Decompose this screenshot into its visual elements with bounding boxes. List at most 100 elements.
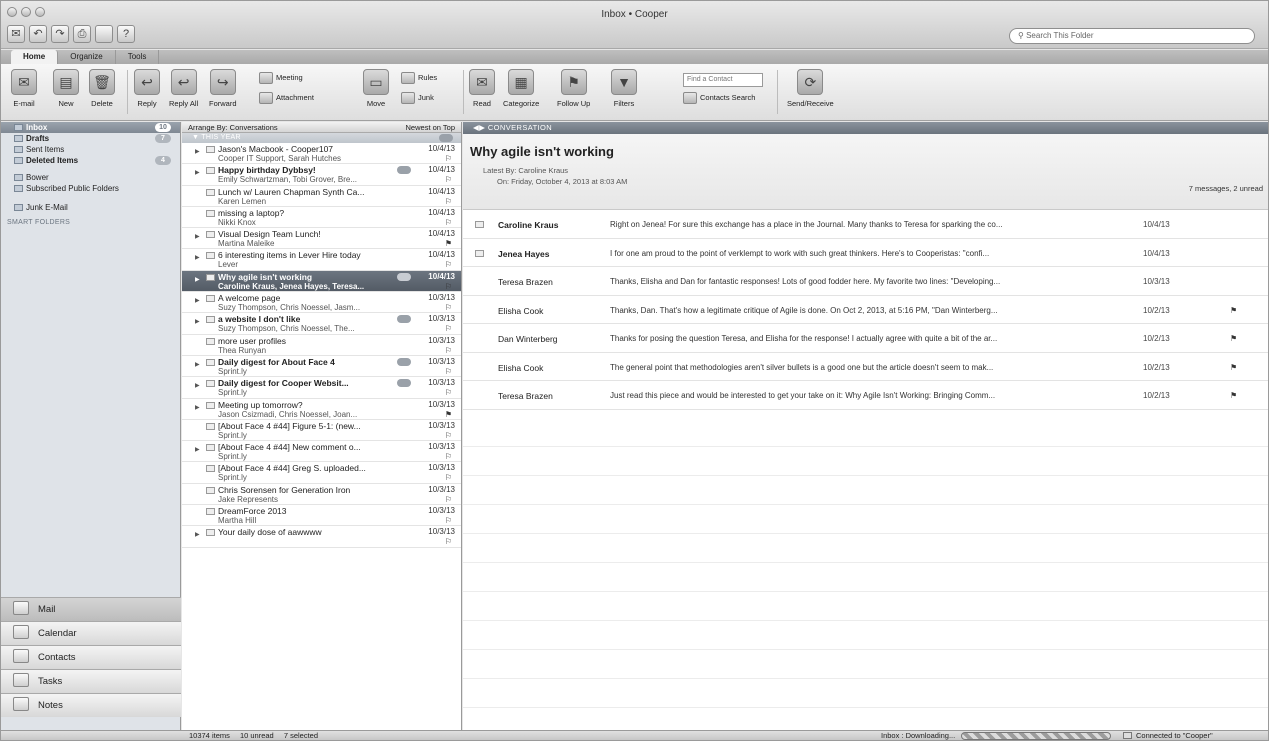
expand-thread-icon[interactable]: ▶ <box>195 382 200 389</box>
flag-icon[interactable]: ⚐ <box>445 495 452 504</box>
arrange-by-dropdown[interactable]: Arrange By: Conversations <box>188 123 278 132</box>
forward-button[interactable]: ↪ Forward <box>209 69 237 108</box>
delete-button[interactable]: 🗑 Delete <box>89 69 115 108</box>
expand-thread-icon[interactable]: ▶ <box>195 404 200 411</box>
expand-thread-icon[interactable]: ▶ <box>195 297 200 304</box>
folder-subscribed-public[interactable]: Subscribed Public Folders <box>1 183 180 194</box>
flag-icon[interactable]: ⚐ <box>445 282 452 291</box>
message-list-item[interactable]: ▶ Meeting up tomorrow? Jason Csizmadi, Chr… <box>182 399 461 420</box>
tab-home[interactable]: Home <box>11 50 59 64</box>
conversation-message-row[interactable]: Elisha Cook The general point that method… <box>463 353 1268 381</box>
conversation-message-row[interactable]: Teresa Brazen Just read this piece and wo… <box>463 381 1268 410</box>
flag-icon[interactable]: ⚑ <box>1230 306 1237 315</box>
message-list-item[interactable]: Lunch w/ Lauren Chapman Synth Ca... Karen… <box>182 186 461 207</box>
conversation-message-row[interactable]: Dan Winterberg Thanks for posing the ques… <box>463 324 1268 353</box>
conversation-message-row[interactable]: Elisha Cook Thanks, Dan. That's how a leg… <box>463 296 1268 324</box>
flag-icon[interactable]: ⚐ <box>445 154 452 163</box>
flag-icon[interactable]: ⚐ <box>445 346 452 355</box>
flag-icon[interactable]: ⚐ <box>445 388 452 397</box>
attachment-button[interactable]: Attachment <box>259 92 314 104</box>
flag-icon[interactable]: ⚐ <box>445 303 452 312</box>
message-list-item[interactable]: [About Face 4 #44] Figure 5-1: (new... Sp… <box>182 420 461 442</box>
categorize-button[interactable]: ▦ Categorize <box>503 69 539 108</box>
junk-button[interactable]: Junk <box>401 92 434 104</box>
message-list-item[interactable]: missing a laptop? Nikki Knox 10/4/13 ⚐ <box>182 207 461 229</box>
print-icon[interactable]: ⎙ <box>73 25 91 43</box>
flag-icon[interactable]: ⚐ <box>445 197 452 206</box>
email-button[interactable]: ✉ E-mail <box>11 69 37 108</box>
group-header[interactable]: ▼ THIS YEAR <box>182 133 461 143</box>
message-list-item[interactable]: ▶ Visual Design Team Lunch! Martina Maleik… <box>182 228 461 250</box>
conversation-message-row[interactable]: Teresa Brazen Thanks, Elisha and Dan for … <box>463 267 1268 296</box>
read-button[interactable]: ✉ Read <box>469 69 495 108</box>
nav-notes[interactable]: Notes <box>1 693 181 717</box>
filters-button[interactable]: ▼ Filters <box>611 69 637 108</box>
reply-button[interactable]: ↩ Reply <box>134 69 160 108</box>
search-input[interactable]: ⚲ Search This Folder <box>1009 28 1255 44</box>
message-list-item[interactable]: ▶ Happy birthday Dybbsy! Emily Schwartzman… <box>182 164 461 186</box>
flag-icon[interactable]: ⚐ <box>445 324 452 333</box>
message-list-item[interactable]: [About Face 4 #44] Greg S. uploaded... Sp… <box>182 462 461 484</box>
folder-drafts[interactable]: Drafts 7 <box>1 133 180 144</box>
conversation-message-row[interactable]: Caroline Kraus Right on Jenea! For sure t… <box>463 210 1268 239</box>
tab-organize[interactable]: Organize <box>58 50 116 64</box>
flag-icon[interactable]: ⚑ <box>445 410 452 419</box>
folder-bower[interactable]: Bower <box>1 172 180 183</box>
message-list-item[interactable]: ▶ A welcome page Suzy Thompson, Chris Noes… <box>182 292 461 314</box>
expand-thread-icon[interactable]: ▶ <box>195 361 200 368</box>
expand-thread-icon[interactable]: ▶ <box>195 233 200 240</box>
message-list-item[interactable]: more user profiles Thea Runyan 10/3/13 ⚐ <box>182 335 461 356</box>
flag-icon[interactable]: ⚐ <box>445 260 452 269</box>
undo-icon[interactable]: ↶ <box>29 25 47 43</box>
folder-junk-email[interactable]: Junk E-Mail <box>1 202 180 213</box>
blank-icon[interactable] <box>95 25 113 43</box>
help-icon[interactable]: ? <box>117 25 135 43</box>
message-list-item[interactable]: ▶ Why agile isn't working Caroline Kraus, … <box>182 270 461 293</box>
message-list-item[interactable]: ▶ a website I don't like Suzy Thompson, Ch… <box>182 313 461 335</box>
expand-thread-icon[interactable]: ▶ <box>195 148 200 155</box>
nav-calendar[interactable]: Calendar <box>1 621 181 645</box>
folder-inbox[interactable]: Inbox 10 <box>1 122 180 133</box>
send-receive-button[interactable]: ⟳ Send/Receive <box>787 69 834 108</box>
redo-icon[interactable]: ↷ <box>51 25 69 43</box>
new-mail-icon[interactable]: ✉ <box>7 25 25 43</box>
rules-button[interactable]: Rules <box>401 72 437 84</box>
message-list-item[interactable]: ▶ Your daily dose of aawwww 10/3/13 ⚐ <box>182 526 461 548</box>
message-list-item[interactable]: ▶ [About Face 4 #44] New comment o... Spri… <box>182 441 461 463</box>
flag-icon[interactable]: ⚐ <box>445 452 452 461</box>
flag-icon[interactable]: ⚑ <box>1230 334 1237 343</box>
sort-order-dropdown[interactable]: Newest on Top <box>406 122 455 133</box>
expand-thread-icon[interactable]: ▶ <box>195 446 200 453</box>
message-list-item[interactable]: ▶ Jason's Macbook - Cooper107 Cooper IT Su… <box>182 143 461 165</box>
flag-icon[interactable]: ⚐ <box>445 175 452 184</box>
expand-thread-icon[interactable]: ▶ <box>195 169 200 176</box>
expand-thread-icon[interactable]: ▶ <box>195 531 200 538</box>
flag-icon[interactable]: ⚑ <box>445 239 452 248</box>
smart-folders-header[interactable]: SMART FOLDERS <box>1 219 180 226</box>
message-list-item[interactable]: ▶ Daily digest for Cooper Websit... Sprint… <box>182 377 461 399</box>
expand-thread-icon[interactable]: ▶ <box>195 276 200 283</box>
expand-thread-icon[interactable]: ▶ <box>195 254 200 261</box>
flag-icon[interactable]: ⚐ <box>445 431 452 440</box>
message-list-item[interactable]: Chris Sorensen for Generation Iron Jake R… <box>182 484 461 506</box>
conversation-message-row[interactable]: Jenea Hayes I for one am proud to the poi… <box>463 239 1268 267</box>
nav-tasks[interactable]: Tasks <box>1 669 181 693</box>
folder-deleted-items[interactable]: Deleted Items 4 <box>1 155 180 166</box>
tab-tools[interactable]: Tools <box>116 50 160 64</box>
flag-icon[interactable]: ⚑ <box>1230 391 1237 400</box>
nav-contacts[interactable]: Contacts <box>1 645 181 669</box>
reply-all-button[interactable]: ↩ Reply All <box>169 69 198 108</box>
flag-icon[interactable]: ⚐ <box>445 537 452 546</box>
meeting-button[interactable]: Meeting <box>259 72 303 84</box>
flag-icon[interactable]: ⚐ <box>445 473 452 482</box>
move-button[interactable]: ▭ Move <box>363 69 389 108</box>
message-list-item[interactable]: DreamForce 2013 Martha Hill 10/3/13 ⚐ <box>182 505 461 527</box>
new-button[interactable]: ▤ New <box>53 69 79 108</box>
flag-icon[interactable]: ⚐ <box>445 218 452 227</box>
message-list-item[interactable]: ▶ 6 interesting items in Lever Hire today… <box>182 249 461 271</box>
message-list-item[interactable]: ▶ Daily digest for About Face 4 Sprint.ly 1… <box>182 356 461 378</box>
follow-up-button[interactable]: ⚑ Follow Up <box>557 69 590 108</box>
folder-sent-items[interactable]: Sent Items <box>1 144 180 155</box>
flag-icon[interactable]: ⚑ <box>1230 363 1237 372</box>
contacts-search-button[interactable]: Contacts Search <box>683 92 755 104</box>
